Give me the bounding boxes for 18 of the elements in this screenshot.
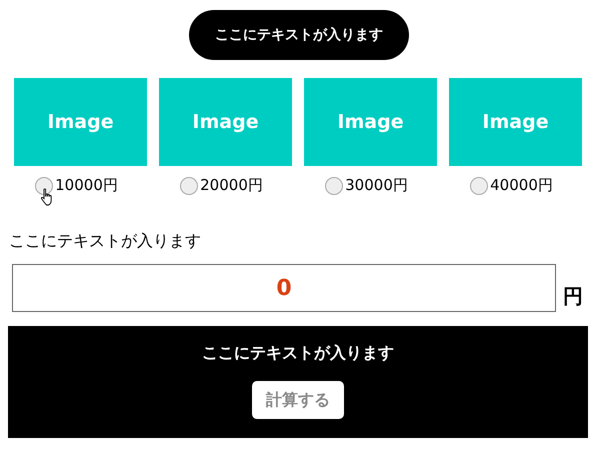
radio-button[interactable] [35,176,54,194]
header-button[interactable]: ここにテキストが入ります [189,10,409,60]
radio-button[interactable] [325,176,344,194]
image-label: Image [47,111,114,133]
radio-button[interactable] [470,176,488,194]
result-field[interactable]: 0 [12,264,556,312]
price-label: 20000円 [200,176,263,195]
radio-button[interactable] [180,176,198,194]
panel-heading: ここにテキストが入ります [202,343,394,364]
image-label: Image [192,111,259,133]
price-label: 40000円 [490,176,553,195]
unit-label: 円 [563,283,583,310]
field-label: ここにテキストが入ります [9,231,202,252]
hand-cursor-icon [40,188,54,206]
price-label: 30000円 [345,176,408,195]
price-label: 10000円 [55,176,118,195]
image-label: Image [482,111,549,133]
image-label: Image [337,111,404,133]
